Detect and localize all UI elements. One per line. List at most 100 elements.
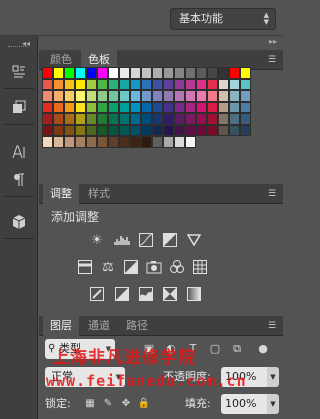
color-swatch[interactable] [53,67,64,79]
color-swatch[interactable] [218,90,229,102]
color-swatch[interactable] [108,136,119,148]
color-swatch[interactable] [64,136,75,148]
color-swatch[interactable] [163,124,174,136]
lock-transparency-icon[interactable]: ▦ [83,397,97,411]
color-swatch[interactable] [64,101,75,113]
gradient-map-icon[interactable] [161,286,179,302]
tab-paths[interactable]: 路径 [119,316,155,336]
color-swatch[interactable] [86,113,97,125]
color-swatch[interactable] [174,113,185,125]
color-swatch[interactable] [53,78,64,90]
color-swatch[interactable] [64,78,75,90]
color-swatch[interactable] [130,101,141,113]
color-swatch[interactable] [174,67,185,79]
color-swatch[interactable] [152,90,163,102]
color-lookup-icon[interactable] [191,259,209,275]
color-swatch[interactable] [163,136,174,148]
brightness-contrast-icon[interactable]: ☀ [88,232,106,248]
color-swatch[interactable] [163,90,174,102]
color-swatch[interactable] [185,136,196,148]
color-swatch[interactable] [229,90,240,102]
color-swatch[interactable] [119,67,130,79]
color-swatch[interactable] [119,78,130,90]
color-swatch[interactable] [53,113,64,125]
invert-icon[interactable] [88,286,106,302]
color-swatch[interactable] [108,113,119,125]
panel-menu-icon[interactable]: ☰ [265,320,279,332]
color-swatch[interactable] [97,136,108,148]
color-swatch[interactable] [152,78,163,90]
color-swatch[interactable] [196,67,207,79]
color-swatch[interactable] [196,124,207,136]
smart-object-filter-icon[interactable]: ⧉ [229,341,245,357]
color-swatch[interactable] [86,78,97,90]
levels-icon[interactable] [113,232,131,248]
color-swatch[interactable] [108,90,119,102]
photo-filter-icon[interactable] [145,259,163,275]
color-swatch[interactable] [42,67,53,79]
color-swatch[interactable] [174,136,185,148]
color-swatch[interactable] [42,101,53,113]
properties-icon[interactable] [6,96,32,120]
color-swatch[interactable] [174,124,185,136]
color-swatch[interactable] [53,136,64,148]
color-swatch[interactable] [97,78,108,90]
color-swatch[interactable] [152,124,163,136]
color-swatch[interactable] [108,67,119,79]
color-swatch[interactable] [97,124,108,136]
color-swatch[interactable] [229,124,240,136]
color-swatch[interactable] [152,67,163,79]
shape-filter-icon[interactable]: ▢ [207,341,223,357]
color-swatch[interactable] [86,90,97,102]
color-swatch[interactable] [97,90,108,102]
color-swatch[interactable] [108,124,119,136]
color-swatch[interactable] [108,101,119,113]
color-swatch[interactable] [75,67,86,79]
color-swatch[interactable] [218,113,229,125]
color-swatch[interactable] [174,90,185,102]
color-swatch[interactable] [240,124,251,136]
color-balance-icon[interactable]: ⚖ [99,259,117,275]
color-swatch[interactable] [141,124,152,136]
threshold-icon[interactable] [137,286,155,302]
color-swatch[interactable] [185,78,196,90]
color-swatch[interactable] [163,113,174,125]
filter-toggle-icon[interactable]: ● [255,341,271,357]
color-swatch[interactable] [185,90,196,102]
tab-layers[interactable]: 图层 [43,316,79,337]
color-swatch[interactable] [240,78,251,90]
color-swatch[interactable] [108,78,119,90]
color-swatch[interactable] [64,124,75,136]
color-swatch[interactable] [240,90,251,102]
panel-menu-icon[interactable]: ☰ [265,54,279,66]
color-swatch[interactable] [218,67,229,79]
history-icon[interactable] [6,60,32,84]
fill-input[interactable]: 100% [221,394,267,414]
color-swatch[interactable] [75,101,86,113]
color-swatch[interactable] [97,101,108,113]
color-swatch[interactable] [64,67,75,79]
color-swatch[interactable] [42,124,53,136]
color-swatch[interactable] [130,67,141,79]
paragraph-icon[interactable] [6,168,32,192]
color-swatch[interactable] [53,101,64,113]
color-swatch[interactable] [119,90,130,102]
curves-icon[interactable] [137,232,155,248]
color-swatch[interactable] [86,124,97,136]
color-swatch[interactable] [42,113,53,125]
color-swatch[interactable] [163,78,174,90]
tab-channels[interactable]: 通道 [81,316,117,336]
color-swatch[interactable] [229,113,240,125]
black-white-icon[interactable] [122,259,140,275]
color-swatch[interactable] [174,101,185,113]
color-swatch[interactable] [86,101,97,113]
color-swatch[interactable] [229,78,240,90]
lock-image-icon[interactable]: ✎ [101,397,115,411]
color-swatch[interactable] [229,67,240,79]
color-swatch[interactable] [64,90,75,102]
color-swatch[interactable] [119,124,130,136]
color-swatch[interactable] [119,136,130,148]
color-swatch[interactable] [240,101,251,113]
dock-grip[interactable] [8,46,28,48]
color-swatch[interactable] [152,113,163,125]
